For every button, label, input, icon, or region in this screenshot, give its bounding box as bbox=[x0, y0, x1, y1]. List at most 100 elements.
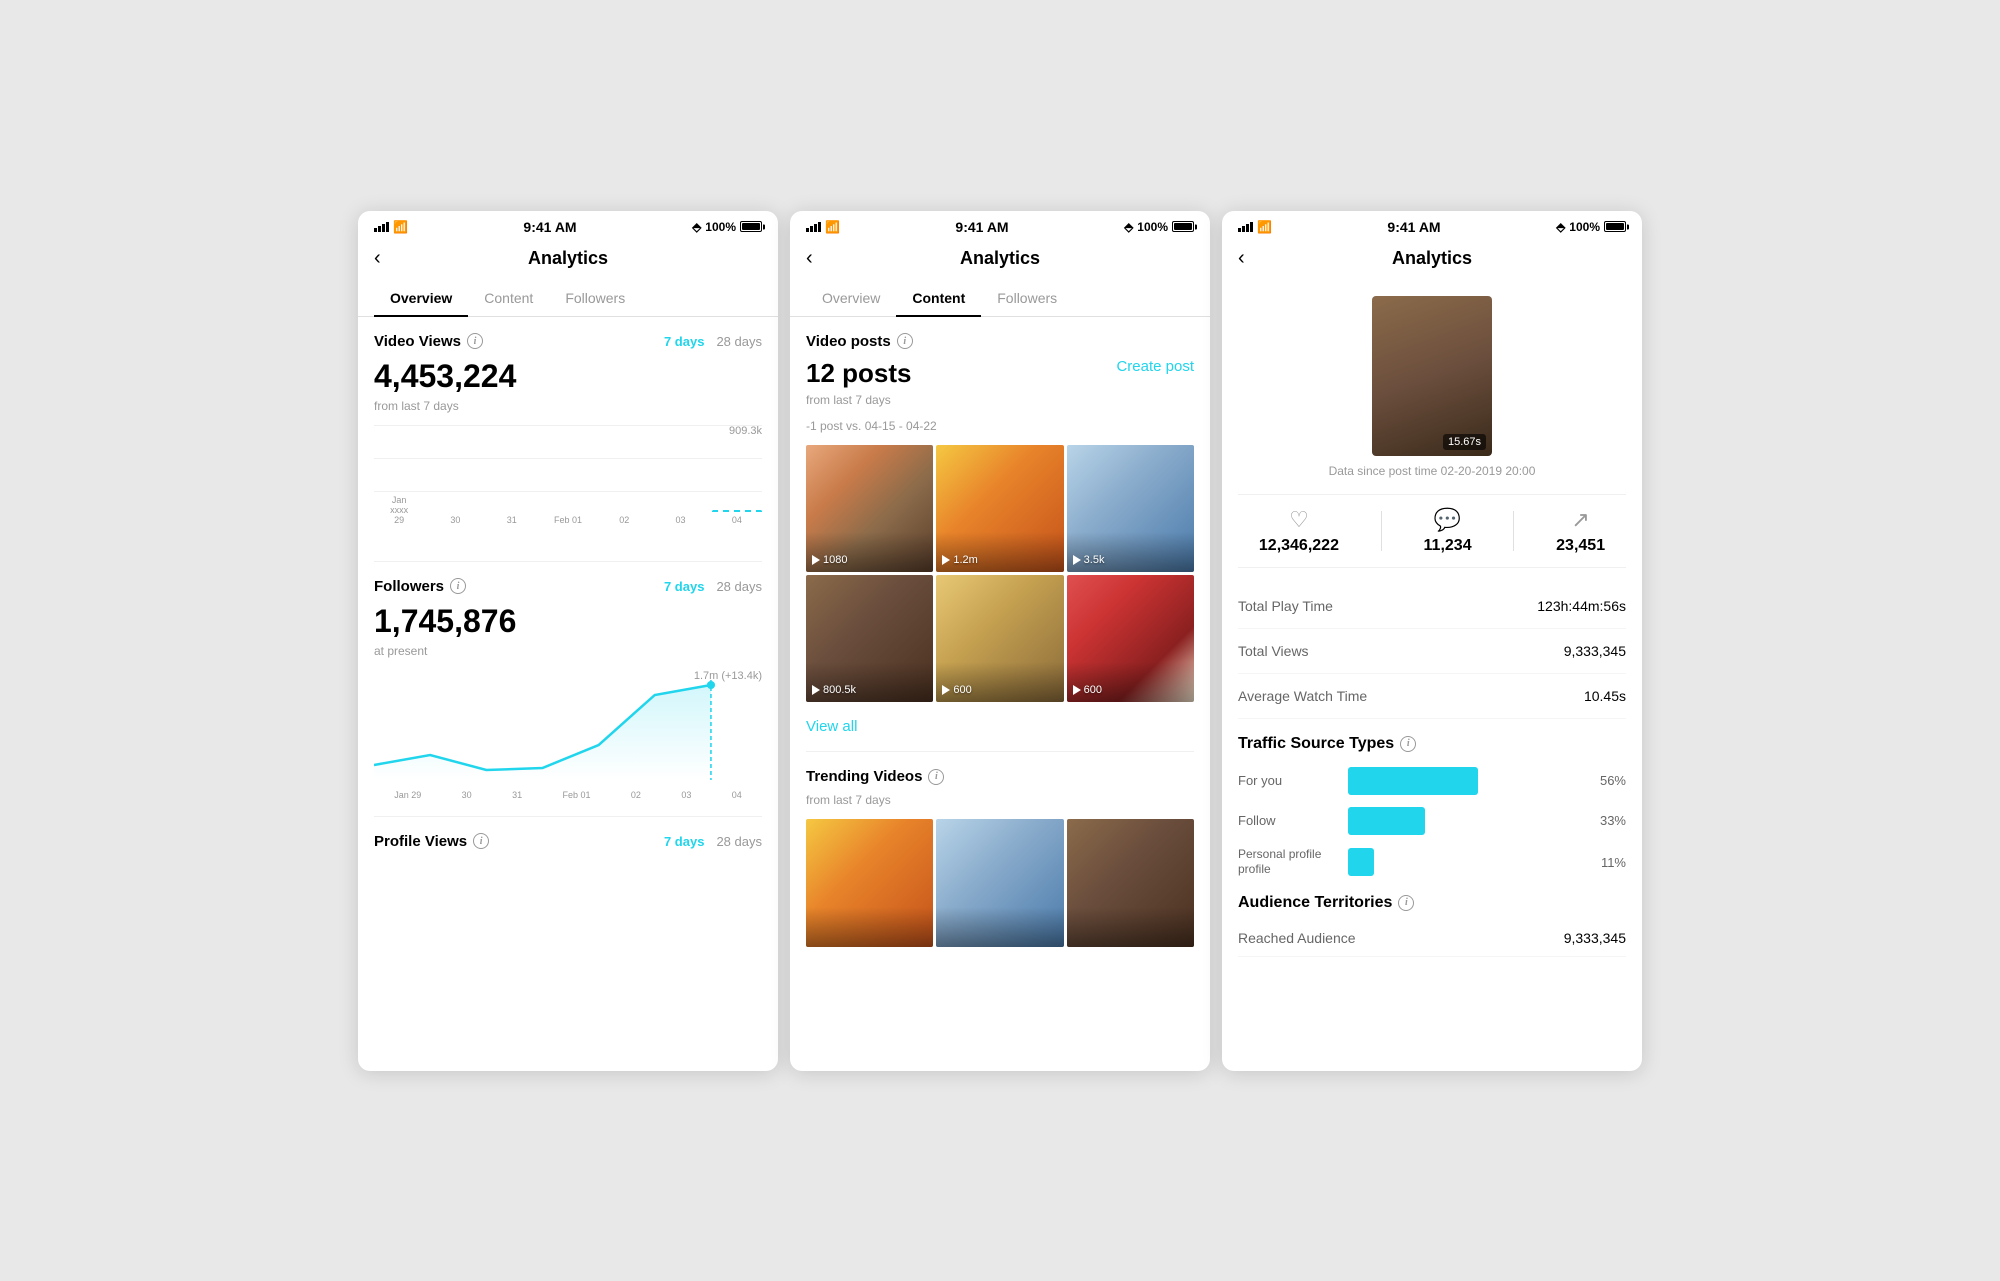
followers-info-icon[interactable]: i bbox=[450, 578, 466, 594]
bar-label-5: 03 bbox=[676, 515, 686, 525]
x-label-1: 30 bbox=[462, 790, 472, 800]
heart-icon: ♡ bbox=[1289, 507, 1309, 533]
video-thumb-4[interactable]: 600 bbox=[936, 575, 1063, 702]
screen-header-1: ‹ Analytics bbox=[358, 239, 778, 280]
wifi-icon-1: 📶 bbox=[393, 220, 408, 234]
video-play-label-1: 1.2m bbox=[942, 554, 977, 566]
status-left-2: 📶 bbox=[806, 220, 840, 234]
overview-content: Video Views i 7 days 28 days 4,453,224 f… bbox=[358, 317, 778, 1071]
video-thumb-1[interactable]: 1.2m bbox=[936, 445, 1063, 572]
posts-sub-2: -1 post vs. 04-15 - 04-22 bbox=[806, 419, 1194, 433]
tab-followers-1[interactable]: Followers bbox=[549, 280, 641, 316]
traffic-title: Traffic Source Types i bbox=[1238, 735, 1626, 753]
back-button-2[interactable]: ‹ bbox=[806, 247, 813, 270]
share-icon: ↗ bbox=[1571, 507, 1589, 533]
audience-info-icon[interactable]: i bbox=[1398, 895, 1414, 911]
detail-row-2: Average Watch Time 10.45s bbox=[1238, 674, 1626, 719]
trending-info-icon[interactable]: i bbox=[928, 769, 944, 785]
status-left-3: 📶 bbox=[1238, 220, 1272, 234]
bar-label-6: 04 bbox=[732, 515, 742, 525]
posts-sub-1: from last 7 days bbox=[806, 393, 1194, 407]
x-label-6: 04 bbox=[732, 790, 742, 800]
wifi-icon-3: 📶 bbox=[1257, 220, 1272, 234]
bar-label-3: Feb 01 bbox=[554, 515, 582, 525]
screens-container: 📶 9:41 AM ⬘ 100% ‹ Analytics Overview Co… bbox=[338, 191, 1662, 1091]
traffic-row-2: Personal profileprofile 11% bbox=[1238, 847, 1626, 878]
screen-detail: 📶 9:41 AM ⬘ 100% ‹ Analytics 15.67s D bbox=[1222, 211, 1642, 1071]
toggle-7days-profile[interactable]: 7 days bbox=[664, 834, 704, 849]
toggle-28days-followers[interactable]: 28 days bbox=[716, 579, 762, 594]
profile-views-info-icon[interactable]: i bbox=[473, 833, 489, 849]
wifi-icon-2: 📶 bbox=[825, 220, 840, 234]
post-thumbnail[interactable]: 15.67s bbox=[1372, 296, 1492, 456]
battery-icon-2 bbox=[1172, 221, 1194, 232]
status-bar-3: 📶 9:41 AM ⬘ 100% bbox=[1222, 211, 1642, 239]
trending-thumb-1[interactable] bbox=[936, 819, 1063, 946]
video-play-label-0: 1080 bbox=[812, 554, 847, 566]
video-views-info-icon[interactable]: i bbox=[467, 333, 483, 349]
toggle-28days-profile[interactable]: 28 days bbox=[716, 834, 762, 849]
video-posts-section-header: Video posts i bbox=[806, 333, 1194, 350]
video-thumb-5[interactable]: 600 bbox=[1067, 575, 1194, 702]
shares-stat: ↗ 23,451 bbox=[1556, 507, 1605, 555]
video-thumb-0[interactable]: 1080 bbox=[806, 445, 933, 572]
trending-video-grid bbox=[806, 819, 1194, 946]
reached-audience-value: 9,333,345 bbox=[1564, 930, 1626, 946]
x-label-4: 02 bbox=[631, 790, 641, 800]
divider-3 bbox=[806, 751, 1194, 752]
tab-content-2[interactable]: Content bbox=[896, 280, 981, 316]
tab-followers-2[interactable]: Followers bbox=[981, 280, 1073, 316]
detail-label-0: Total Play Time bbox=[1238, 598, 1333, 614]
video-thumb-2[interactable]: 3.5k bbox=[1067, 445, 1194, 572]
profile-views-title: Profile Views i bbox=[374, 833, 489, 850]
line-chart-svg bbox=[374, 680, 762, 780]
bar-label-1: 30 bbox=[450, 515, 460, 525]
traffic-bar-container-0 bbox=[1348, 767, 1581, 795]
screen-title-3: Analytics bbox=[1392, 248, 1472, 269]
video-posts-header: 12 posts Create post bbox=[806, 358, 1194, 389]
traffic-row-0: For you 56% bbox=[1238, 767, 1626, 795]
divider-1 bbox=[374, 561, 762, 562]
bars-area: Janxxxx29 30 31 Feb 01 bbox=[374, 435, 762, 525]
screen-header-2: ‹ Analytics bbox=[790, 239, 1210, 280]
reached-audience-label: Reached Audience bbox=[1238, 930, 1356, 946]
post-stats-row: ♡ 12,346,222 💬 11,234 ↗ 23,451 bbox=[1238, 494, 1626, 568]
view-all-button[interactable]: View all bbox=[806, 718, 1194, 735]
create-post-button[interactable]: Create post bbox=[1116, 358, 1194, 375]
detail-row-0: Total Play Time 123h:44m:56s bbox=[1238, 584, 1626, 629]
status-time-3: 9:41 AM bbox=[1387, 219, 1440, 235]
bar-col-0: Janxxxx29 bbox=[374, 492, 424, 525]
toggle-28days-views[interactable]: 28 days bbox=[716, 334, 762, 349]
audience-row-0: Reached Audience 9,333,345 bbox=[1238, 920, 1626, 957]
bar-6 bbox=[712, 510, 762, 512]
battery-pct-3: 100% bbox=[1569, 220, 1600, 234]
tab-overview-1[interactable]: Overview bbox=[374, 280, 468, 316]
status-time-2: 9:41 AM bbox=[955, 219, 1008, 235]
video-thumb-3[interactable]: 800.5k bbox=[806, 575, 933, 702]
status-bar-1: 📶 9:41 AM ⬘ 100% bbox=[358, 211, 778, 239]
battery-icon-3 bbox=[1604, 221, 1626, 232]
data-since-label: Data since post time 02-20-2019 20:00 bbox=[1238, 464, 1626, 478]
video-views-chart: 909.3k Janxxxx29 30 bbox=[374, 425, 762, 545]
trending-thumb-2[interactable] bbox=[1067, 819, 1194, 946]
traffic-pct-2: 11% bbox=[1591, 855, 1626, 870]
traffic-bar-1 bbox=[1348, 807, 1425, 835]
stat-divider-1 bbox=[1381, 511, 1382, 551]
bar-label-2: 31 bbox=[507, 515, 517, 525]
back-button-1[interactable]: ‹ bbox=[374, 247, 381, 270]
followers-header: Followers i 7 days 28 days bbox=[374, 578, 762, 595]
status-bar-2: 📶 9:41 AM ⬘ 100% bbox=[790, 211, 1210, 239]
traffic-info-icon[interactable]: i bbox=[1400, 736, 1416, 752]
tab-overview-2[interactable]: Overview bbox=[806, 280, 896, 316]
back-button-3[interactable]: ‹ bbox=[1238, 247, 1245, 270]
likes-number: 12,346,222 bbox=[1259, 537, 1339, 555]
video-posts-info-icon[interactable]: i bbox=[897, 333, 913, 349]
bar-col-1: 30 bbox=[430, 512, 480, 525]
toggle-7days-views[interactable]: 7 days bbox=[664, 334, 704, 349]
followers-sublabel: at present bbox=[374, 644, 762, 658]
toggle-7days-followers[interactable]: 7 days bbox=[664, 579, 704, 594]
tab-content-1[interactable]: Content bbox=[468, 280, 549, 316]
trending-thumb-0[interactable] bbox=[806, 819, 933, 946]
video-views-toggles: 7 days 28 days bbox=[664, 334, 762, 349]
battery-pct-1: 100% bbox=[705, 220, 736, 234]
